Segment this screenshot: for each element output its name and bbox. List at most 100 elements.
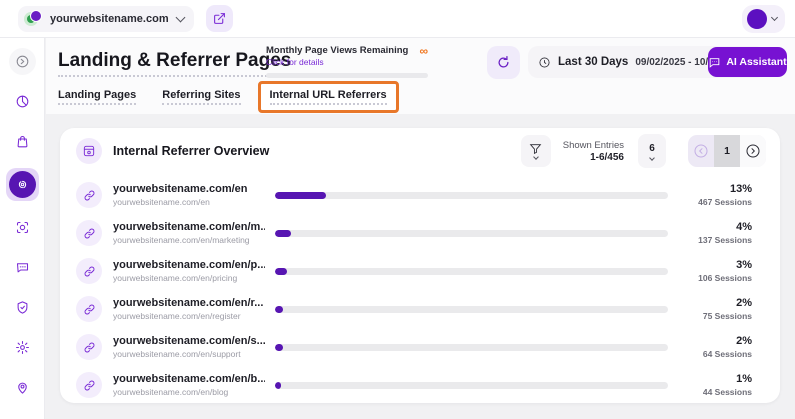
- link-icon-badge: [76, 334, 102, 360]
- link-icon-badge: [76, 258, 102, 284]
- sessions-value: 137 Sessions: [690, 235, 752, 245]
- overview-icon-badge: [76, 138, 102, 164]
- session-bar-fill: [275, 268, 287, 275]
- link-icon: [83, 189, 96, 202]
- shown-entries-label: Shown Entries: [563, 140, 624, 151]
- open-site-button[interactable]: [206, 5, 233, 32]
- referrer-url: yourwebsitename.com/en/p...: [113, 259, 265, 271]
- referrer-table: yourwebsitename.com/en yourwebsitename.co…: [60, 174, 780, 404]
- refresh-button[interactable]: [487, 46, 520, 79]
- chevron-down-icon: [771, 13, 778, 20]
- session-bar-track: [275, 344, 668, 351]
- card-header: Internal Referrer Overview Shown Entries…: [60, 128, 780, 174]
- current-page-number[interactable]: 1: [714, 135, 740, 167]
- chevron-down-icon: [533, 154, 539, 160]
- table-row[interactable]: yourwebsitename.com/en/s... yourwebsitena…: [60, 328, 780, 366]
- session-bar-track: [275, 382, 668, 389]
- link-icon: [83, 265, 96, 278]
- chat-bubble-icon: [15, 260, 30, 275]
- user-menu[interactable]: [742, 5, 785, 33]
- sidebar-item-ecommerce[interactable]: [9, 128, 36, 155]
- sidebar-item-clock-arrow[interactable]: [9, 48, 36, 75]
- page-size-value: 6: [649, 143, 655, 154]
- card-title: Internal Referrer Overview: [113, 144, 269, 158]
- referrer-url-full: yourwebsitename.com/en/marketing: [113, 235, 265, 245]
- page-size-select[interactable]: 6: [638, 134, 666, 168]
- sidebar-item-heatmaps-active[interactable]: [6, 168, 39, 201]
- tab-internal-url-referrers[interactable]: Internal URL Referrers: [270, 89, 387, 105]
- arrow-left-circle-icon: [693, 143, 709, 159]
- table-row[interactable]: yourwebsitename.com/en/b...yourwebsitena…: [60, 366, 780, 404]
- session-bar-fill: [275, 306, 283, 313]
- user-focus-icon: [15, 220, 30, 235]
- referrer-url: yourwebsitename.com/en: [113, 183, 265, 195]
- shopping-bag-icon: [15, 134, 30, 149]
- shield-check-icon: [15, 300, 30, 315]
- sessions-value: 75 Sessions: [690, 311, 752, 321]
- sidebar-item-location[interactable]: [9, 374, 36, 401]
- ai-assistant-button[interactable]: AI Assistant: [708, 47, 787, 77]
- link-icon-badge: [76, 220, 102, 246]
- monthly-page-views-widget: Monthly Page Views Remaining Click for d…: [266, 45, 428, 78]
- session-bar-fill: [275, 382, 281, 389]
- avatar: [747, 9, 767, 29]
- browser-window-icon: [82, 144, 96, 158]
- sidebar-item-conversions[interactable]: [9, 214, 36, 241]
- percent-value: 1%: [690, 373, 752, 385]
- shown-entries: Shown Entries 1-6/456: [563, 140, 624, 163]
- tab-referring-sites[interactable]: Referring Sites: [162, 89, 240, 105]
- percent-value: 2%: [690, 297, 752, 309]
- table-row[interactable]: yourwebsitename.com/en/m...yourwebsitena…: [60, 214, 780, 252]
- referrer-url-full: yourwebsitename.com/en/register: [113, 311, 265, 321]
- sidebar-nav: [0, 38, 45, 419]
- monthly-views-label: Monthly Page Views Remaining: [266, 45, 408, 56]
- active-item-background: [9, 171, 36, 198]
- percent-value: 2%: [690, 335, 752, 347]
- sidebar-item-security[interactable]: [9, 294, 36, 321]
- sidebar-item-analytics[interactable]: [9, 88, 36, 115]
- internal-referrer-card: Internal Referrer Overview Shown Entries…: [60, 128, 780, 403]
- referrer-url-full: yourwebsitename.com/en/support: [113, 349, 265, 359]
- link-icon: [83, 379, 96, 392]
- referrer-url-full: yourwebsitename.com/en: [113, 197, 265, 207]
- referrer-url: yourwebsitename.com/en/r...: [113, 297, 265, 309]
- session-bar-track: [275, 268, 668, 275]
- prev-page-button[interactable]: [688, 135, 714, 167]
- fingerprint-swirl-icon: [15, 177, 30, 192]
- filter-button[interactable]: [521, 135, 551, 167]
- referrer-url: yourwebsitename.com/en/s...: [113, 335, 265, 347]
- site-favicon: [24, 10, 42, 28]
- external-link-icon: [213, 12, 226, 25]
- session-bar-fill: [275, 230, 291, 237]
- chat-icon: [708, 56, 721, 69]
- table-row[interactable]: yourwebsitename.com/en yourwebsitename.co…: [60, 176, 780, 214]
- sidebar-item-settings[interactable]: [9, 334, 36, 361]
- table-row[interactable]: yourwebsitename.com/en/r... yourwebsitena…: [60, 290, 780, 328]
- site-selector[interactable]: yourwebsitename.com: [18, 6, 194, 32]
- link-icon-badge: [76, 296, 102, 322]
- date-preset-label: Last 30 Days: [558, 56, 628, 68]
- sessions-value: 64 Sessions: [690, 349, 752, 359]
- sidebar-item-feedback[interactable]: [9, 254, 36, 281]
- referrer-url-full: yourwebsitename.com/en/blog: [113, 387, 265, 397]
- link-icon: [83, 227, 96, 240]
- table-row[interactable]: yourwebsitename.com/en/p... yourwebsitena…: [60, 252, 780, 290]
- session-bar-track: [275, 192, 668, 199]
- tab-landing-pages[interactable]: Landing Pages: [58, 89, 136, 105]
- top-bar: yourwebsitename.com: [0, 0, 795, 38]
- pie-chart-icon: [15, 94, 30, 109]
- arrow-right-circle-icon: [745, 143, 761, 159]
- page-title: Landing & Referrer Pages: [58, 50, 291, 77]
- percent-value: 13%: [690, 183, 752, 195]
- funnel-icon: [529, 143, 542, 154]
- link-icon-badge: [76, 372, 102, 398]
- monthly-views-progress: [266, 73, 428, 78]
- session-bar-track: [275, 306, 668, 313]
- percent-value: 3%: [690, 259, 752, 271]
- clock-arrow-icon: [15, 54, 30, 69]
- next-page-button[interactable]: [740, 135, 766, 167]
- percent-value: 4%: [690, 221, 752, 233]
- click-for-details-link[interactable]: Click for details: [266, 57, 408, 67]
- clock-icon: [538, 56, 551, 69]
- referrer-url-full: yourwebsitename.com/en/pricing: [113, 273, 265, 283]
